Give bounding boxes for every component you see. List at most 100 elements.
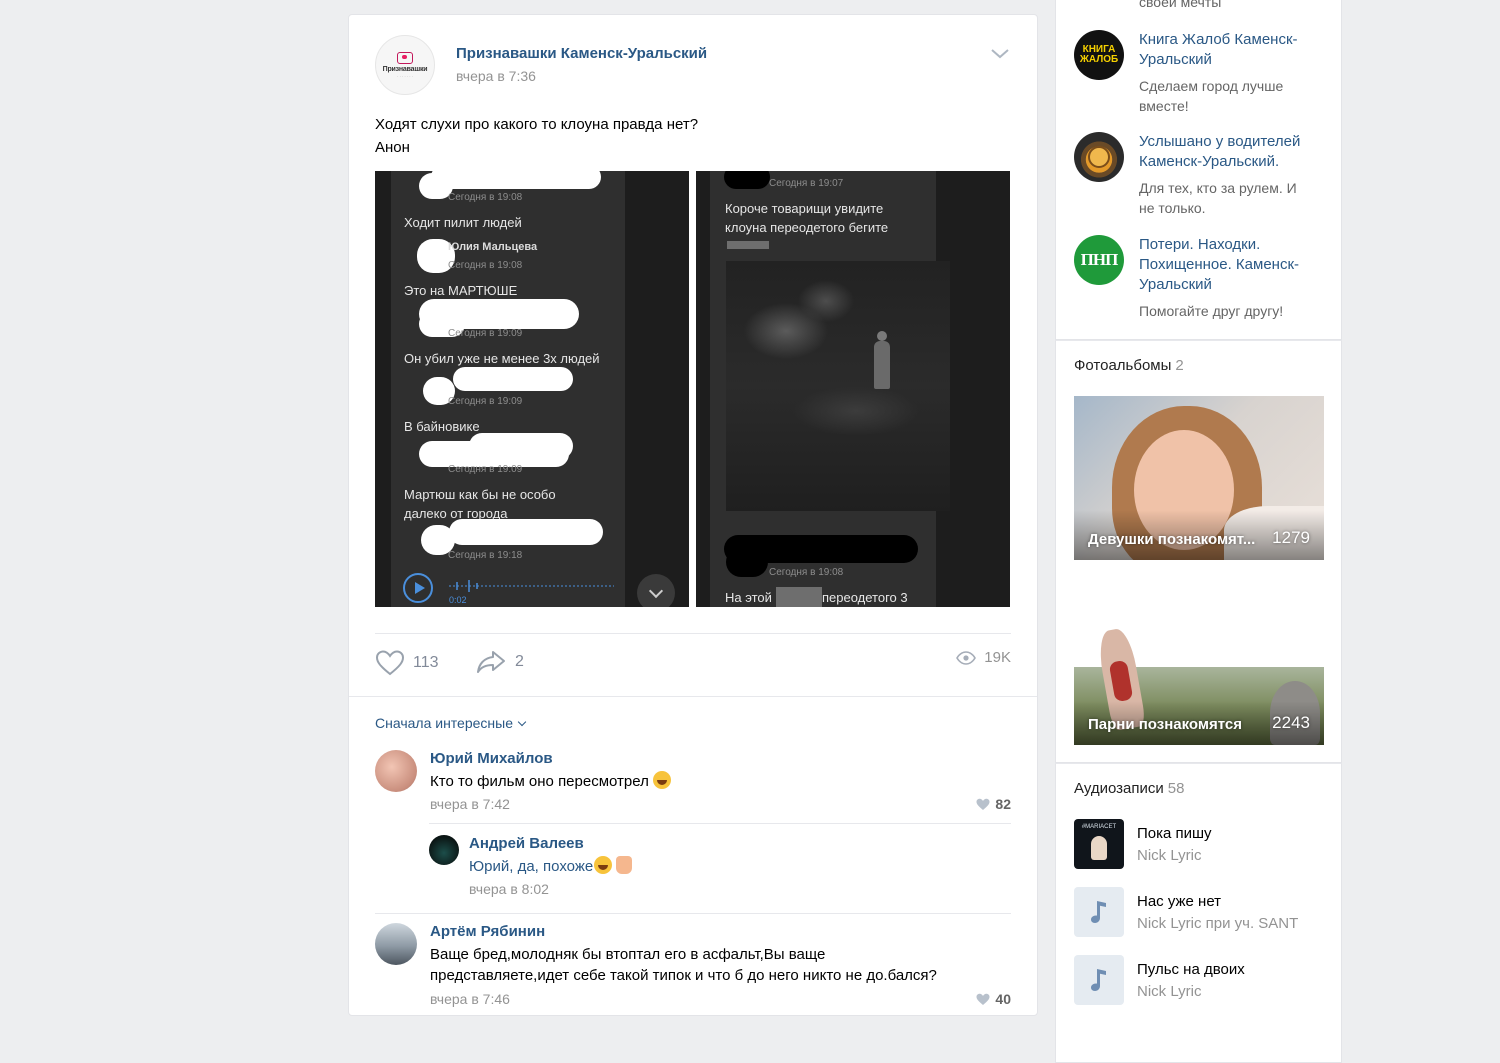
redaction-blot xyxy=(724,171,770,189)
audio-count: 58 xyxy=(1167,780,1185,797)
divider xyxy=(375,633,1011,634)
group-desc-cut: своей мечты xyxy=(1139,0,1222,10)
group-item[interactable]: КНИГА ЖАЛОБ Книга Жалоб Каменск- Уральск… xyxy=(1074,30,1327,120)
comment-like-button[interactable]: 82 xyxy=(976,796,1011,812)
eye-icon xyxy=(956,650,977,665)
track-cover-text: #MARIACET xyxy=(1081,824,1117,830)
comment-text-body: Кто то фильм оно пересмотрел xyxy=(430,773,649,790)
chat-meta: Сегодня в 19:09 xyxy=(448,328,523,339)
chat-screenshot: Сегодня в 19:08 Ходит пилит людей Юлия М… xyxy=(391,171,625,607)
track-title: Пульс на двоих xyxy=(1137,961,1245,978)
group-title-link[interactable]: Услышано у водителей Каменск-Уральский. xyxy=(1139,132,1300,172)
divider xyxy=(429,823,1011,824)
album-guys[interactable]: Парни познакомятся 2243 xyxy=(1074,581,1324,745)
music-note-icon xyxy=(1091,969,1106,991)
commenter-avatar[interactable] xyxy=(375,750,417,792)
track-cover[interactable] xyxy=(1074,955,1124,1005)
post-photo-2[interactable]: Сегодня в 19:07 Короче товарищи увидите … xyxy=(696,171,1010,607)
group-item[interactable]: Услышано у водителей Каменск-Уральский. … xyxy=(1074,132,1327,222)
comment-text: Юрий, да, похоже xyxy=(469,856,633,877)
groups-block: своей мечты КНИГА ЖАЛОБ Книга Жалоб Каме… xyxy=(1055,0,1342,340)
track-cover[interactable] xyxy=(1074,887,1124,937)
redaction-blot xyxy=(449,519,603,545)
track-artist[interactable]: Nick Lyric при уч. SANT xyxy=(1137,915,1298,932)
group-avatar[interactable] xyxy=(1074,132,1124,182)
view-count-text: 19K xyxy=(984,649,1011,666)
group-title-link[interactable]: Потери. Находки. Похищенное. Каменск- Ур… xyxy=(1139,235,1299,295)
comment-text-body: Юрий, да, похоже xyxy=(469,858,594,875)
comment-sort-dropdown[interactable]: Сначала интересные xyxy=(375,715,525,731)
album-count: 1279 xyxy=(1272,528,1310,547)
clown-figure xyxy=(874,331,890,389)
commenter-name[interactable]: Артём Рябинин xyxy=(430,923,545,940)
group-avatar[interactable]: КНИГА ЖАЛОБ xyxy=(1074,30,1124,80)
chat-message: переодетого 3 xyxy=(822,590,908,605)
group-avatar[interactable]: ПНП xyxy=(1074,235,1124,285)
comment-time[interactable]: вчера в 8:02 xyxy=(469,881,549,897)
laughing-emoji-icon xyxy=(652,771,671,789)
chevron-down-icon[interactable] xyxy=(989,47,1011,61)
audio-track[interactable]: Пульс на двоих Nick Lyric xyxy=(1074,955,1331,1005)
comment-time[interactable]: вчера в 7:46 xyxy=(430,991,510,1007)
audio-block: Аудиозаписи 58 #MARIACET Пока пишу Nick L… xyxy=(1055,763,1342,1063)
comment-like-button[interactable]: 40 xyxy=(976,991,1011,1007)
commenter-avatar[interactable] xyxy=(429,835,459,865)
group-description: Сделаем город лучше вместе! xyxy=(1139,76,1283,116)
like-button[interactable]: 113 xyxy=(375,649,439,677)
comment-like-count: 40 xyxy=(995,991,1011,1007)
comment-text: Кто то фильм оно пересмотрел xyxy=(430,771,671,792)
group-avatar[interactable]: Признавашки · · · · · · · xyxy=(375,35,435,95)
chat-message: В байновике xyxy=(404,419,480,434)
group-name-link[interactable]: Признавашки Каменск-Уральский xyxy=(456,45,707,62)
post-header: Признавашки · · · · · · · Признавашки Ка… xyxy=(375,35,1011,95)
audio-track[interactable]: #MARIACET Пока пишу Nick Lyric xyxy=(1074,819,1331,869)
share-icon xyxy=(477,651,505,673)
album-count: 2243 xyxy=(1272,713,1310,732)
post-card: Признавашки · · · · · · · Признавашки Ка… xyxy=(348,14,1038,1016)
comment-text-line: Ваще бред,молодняк бы втоптал его в асфа… xyxy=(430,946,826,963)
group-description: Для тех, кто за рулем. И не только. xyxy=(1139,178,1297,218)
comment-item: Юрий Михайлов Кто то фильм оно пересмотр… xyxy=(375,750,1011,830)
chat-author: Юлия Мальцева xyxy=(448,241,538,253)
albums-header[interactable]: Фотоальбомы 2 xyxy=(1074,357,1184,374)
comment-text: Ваще бред,молодняк бы втоптал его в асфа… xyxy=(430,944,937,986)
heart-icon xyxy=(375,650,405,676)
comment-time[interactable]: вчера в 7:42 xyxy=(430,796,510,812)
chat-message: На этой xyxy=(725,590,772,605)
audio-track[interactable]: Нас уже нет Nick Lyric при уч. SANT xyxy=(1074,887,1331,937)
post-text-line: Анон xyxy=(375,139,410,156)
albums-header-label: Фотоальбомы xyxy=(1074,357,1172,374)
group-avatar-text: ПНП xyxy=(1080,250,1119,269)
redaction-blot xyxy=(726,547,768,577)
group-title-line: Уральский xyxy=(1139,276,1212,293)
track-title: Пока пишу xyxy=(1137,825,1212,842)
commenter-avatar[interactable] xyxy=(375,923,417,965)
photo-albums-block: Фотоальбомы 2 Девушки познакомят... 1279 … xyxy=(1055,340,1342,763)
thumbs-up-emoji-icon xyxy=(616,856,633,874)
like-count: 113 xyxy=(413,654,439,671)
redaction-blot xyxy=(431,171,601,189)
laughing-emoji-icon xyxy=(594,856,613,874)
group-title-line: Уральский xyxy=(1139,51,1212,68)
chat-meta: Сегодня в 19:08 xyxy=(448,192,523,203)
album-girls[interactable]: Девушки познакомят... 1279 xyxy=(1074,396,1324,560)
share-button[interactable]: 2 xyxy=(475,649,524,675)
chat-message: Мартюш как бы не особо xyxy=(404,487,556,502)
group-avatar-subtitle: · · · · · · · xyxy=(397,73,413,79)
post-time[interactable]: вчера в 7:36 xyxy=(456,68,536,84)
post-photo-1[interactable]: Сегодня в 19:08 Ходит пилит людей Юлия М… xyxy=(375,171,689,607)
chat-meta: Сегодня в 19:08 xyxy=(769,567,844,578)
commenter-name[interactable]: Юрий Михайлов xyxy=(430,750,553,767)
group-title-link[interactable]: Книга Жалоб Каменск- Уральский xyxy=(1139,30,1298,70)
group-item[interactable]: ПНП Потери. Находки. Похищенное. Каменск… xyxy=(1074,235,1327,325)
track-cover[interactable]: #MARIACET xyxy=(1074,819,1124,869)
redaction-box xyxy=(727,241,769,249)
track-artist[interactable]: Nick Lyric xyxy=(1137,983,1201,1000)
group-title-line: Услышано у водителей xyxy=(1139,133,1301,150)
track-artist[interactable]: Nick Lyric xyxy=(1137,847,1201,864)
heart-icon xyxy=(397,51,413,64)
commenter-name[interactable]: Андрей Валеев xyxy=(469,835,584,852)
heart-icon xyxy=(976,798,990,810)
group-title-line: Потери. Находки. xyxy=(1139,236,1261,253)
audio-header[interactable]: Аудиозаписи 58 xyxy=(1074,780,1184,797)
